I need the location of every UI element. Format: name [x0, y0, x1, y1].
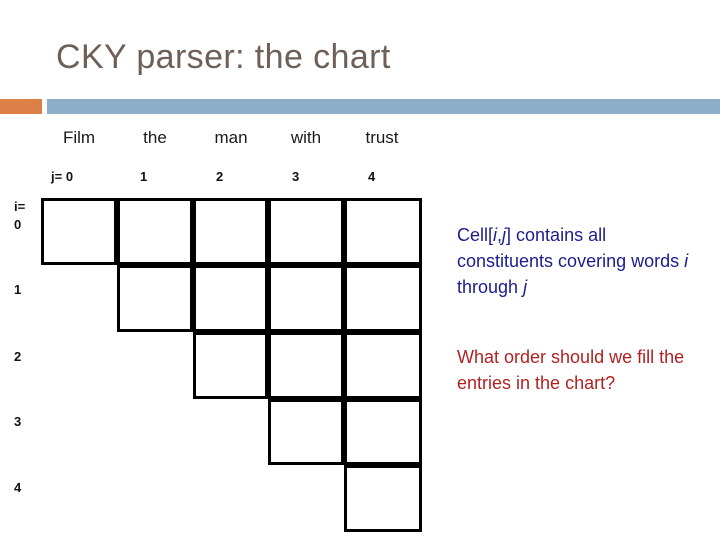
chart-cell-1-4[interactable]	[344, 265, 422, 332]
callout-cell-definition-line1b: ] contains all	[506, 225, 607, 245]
chart-cell-2-4[interactable]	[344, 332, 422, 399]
chart-cell-0-3[interactable]	[268, 198, 344, 265]
chart-cell-0-0[interactable]	[41, 198, 117, 265]
chart-cell-1-2[interactable]	[193, 265, 268, 332]
chart-cell-2-2[interactable]	[193, 332, 268, 399]
callout-fill-order: What order should we fill the entries in…	[457, 344, 697, 396]
chart-cell-3-4[interactable]	[344, 399, 422, 465]
callout-cell-definition-line1a: Cell[	[457, 225, 494, 245]
chart-cell-0-2[interactable]	[193, 198, 268, 265]
callout-cell-definition-words-j: j	[523, 277, 528, 297]
callout-cell-definition: Cell[i,j] contains all constituents cove…	[457, 222, 697, 300]
chart-cell-0-1[interactable]	[117, 198, 193, 265]
callout-cell-definition-words-i: i	[684, 251, 689, 271]
callout-cell-definition-line3a: words	[631, 251, 685, 271]
callout-cell-definition-line3b: through	[457, 277, 524, 297]
chart-cell-1-3[interactable]	[268, 265, 344, 332]
chart-cell-4-4[interactable]	[344, 465, 422, 532]
chart-cell-3-3[interactable]	[268, 399, 344, 465]
chart-cell-0-4[interactable]	[344, 198, 422, 265]
chart-cell-1-1[interactable]	[117, 265, 193, 332]
callout-fill-order-line3: chart?	[565, 373, 616, 393]
chart-cell-2-3[interactable]	[268, 332, 344, 399]
callout-cell-definition-line2: constituents covering	[457, 251, 627, 271]
callout-fill-order-line1: What order should we	[457, 347, 633, 367]
